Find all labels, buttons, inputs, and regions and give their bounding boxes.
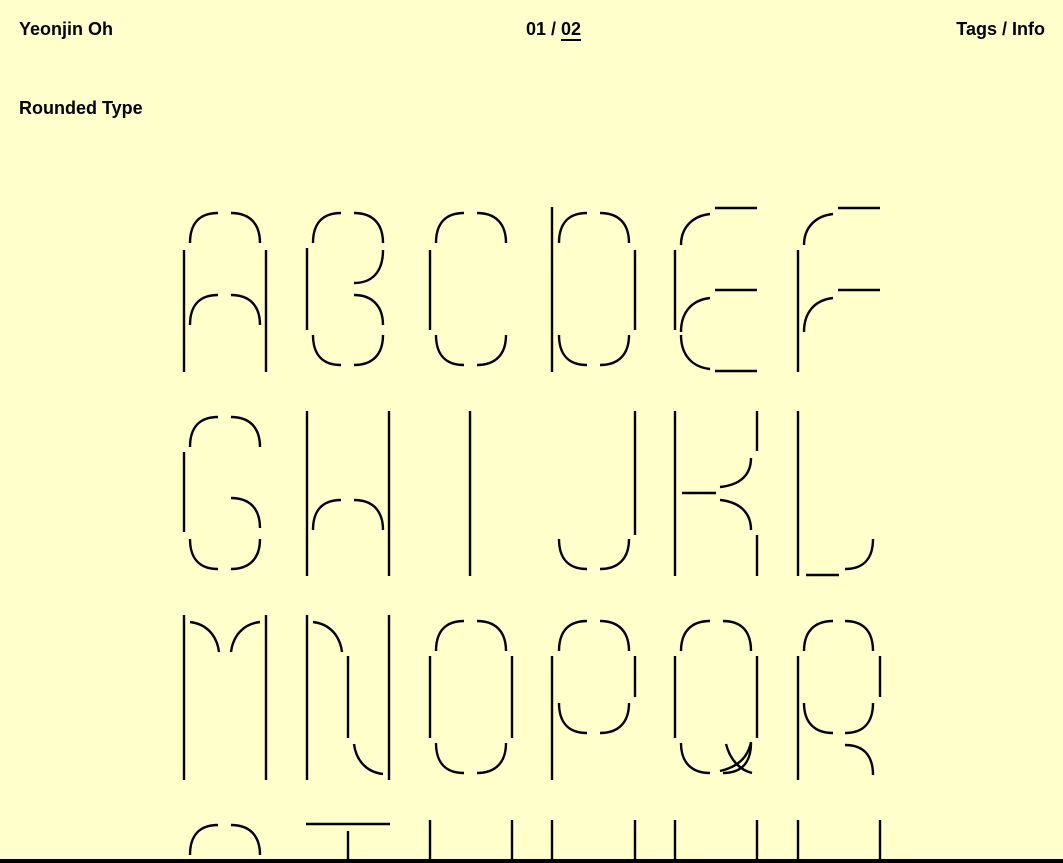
glyph-n [305,615,391,780]
glyph-w [673,820,759,863]
glyph-v [550,820,637,863]
glyph-f [796,206,880,372]
glyph-a [182,211,268,372]
glyph-b [305,211,385,367]
glyph-l [796,411,875,577]
glyph-c [428,211,508,367]
glyph-d [550,207,637,372]
glyph-t [306,822,390,863]
glyph-q [673,619,759,775]
glyph-s [188,823,262,856]
glyph-o [428,619,514,775]
glyph-j [557,411,637,571]
type-specimen [182,206,882,863]
glyph-p [550,619,637,780]
glyph-g [182,415,262,571]
glyph-x [796,820,882,863]
bottom-rule [0,859,1063,863]
glyph-r [796,619,882,780]
glyph-h [305,411,391,576]
glyph-e [673,206,757,373]
glyph-u [428,820,514,863]
glyph-k [673,411,759,576]
glyph-m [182,615,268,780]
